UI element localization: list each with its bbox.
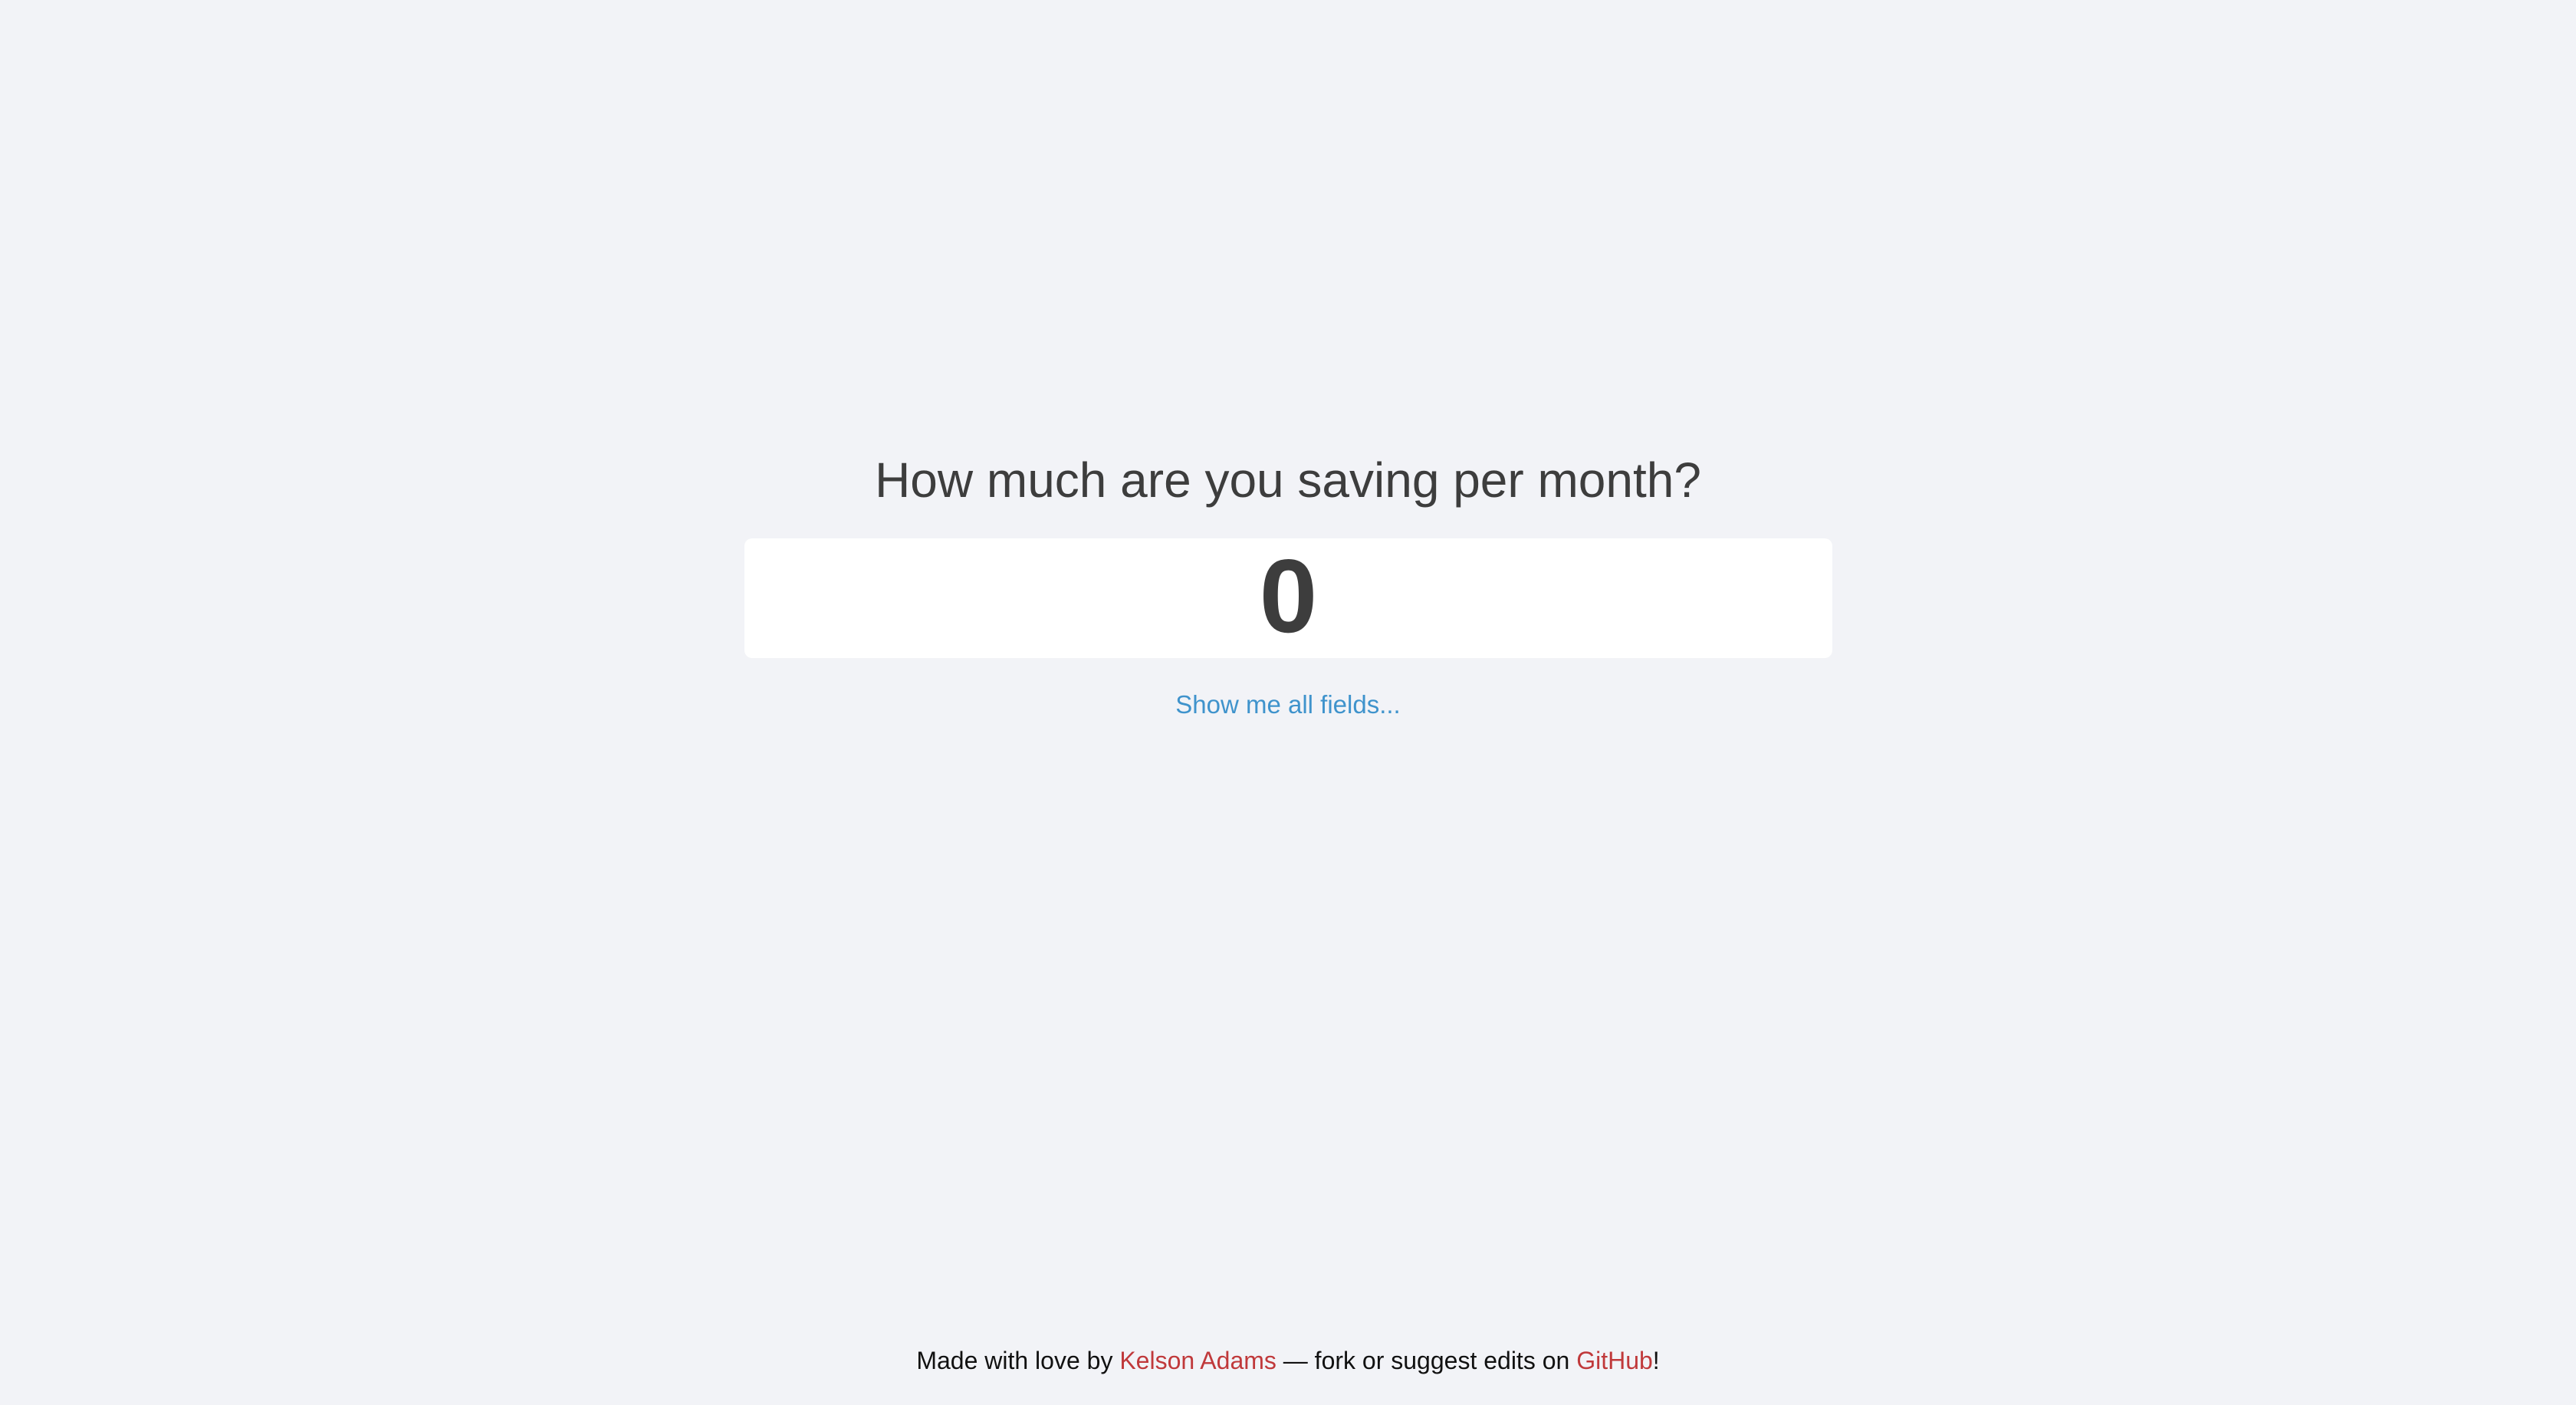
show-all-fields-container: Show me all fields... bbox=[0, 687, 2576, 722]
monthly-savings-input[interactable] bbox=[744, 538, 1832, 658]
monthly-savings-field[interactable] bbox=[744, 538, 1832, 658]
main-content: How much are you saving per month? Show … bbox=[0, 0, 2576, 1405]
savings-question-heading: How much are you saving per month? bbox=[875, 452, 1701, 508]
github-link[interactable]: GitHub bbox=[1576, 1347, 1653, 1374]
footer-suffix-text: ! bbox=[1652, 1347, 1660, 1374]
footer: Made with love by Kelson Adams — fork or… bbox=[0, 1344, 2576, 1377]
footer-middle-text: — fork or suggest edits on bbox=[1276, 1347, 1577, 1374]
show-all-fields-link[interactable]: Show me all fields... bbox=[1175, 690, 1400, 719]
author-link[interactable]: Kelson Adams bbox=[1119, 1347, 1276, 1374]
footer-prefix-text: Made with love by bbox=[916, 1347, 1120, 1374]
